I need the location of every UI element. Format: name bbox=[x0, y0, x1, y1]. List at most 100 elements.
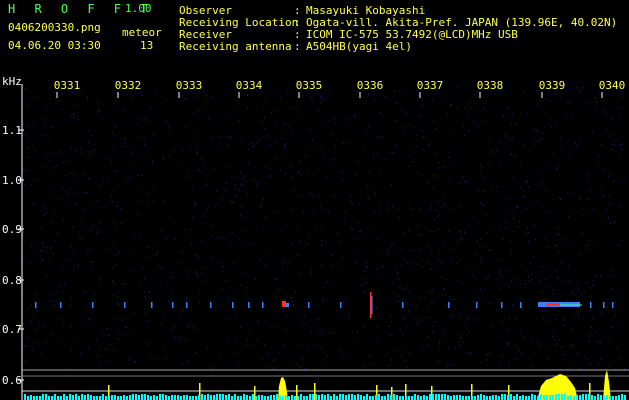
x-tick-label: 0335 bbox=[296, 79, 323, 92]
noise-pixel bbox=[102, 178, 104, 180]
noise-pixel bbox=[447, 151, 449, 153]
noise-pixel bbox=[229, 316, 231, 319]
noise-pixel bbox=[234, 290, 236, 293]
noise-pixel bbox=[476, 254, 478, 257]
noise-floor bbox=[420, 396, 422, 400]
noise-pixel bbox=[44, 124, 46, 127]
noise-pixel bbox=[560, 198, 561, 200]
noise-pixel bbox=[201, 239, 203, 242]
noise-pixel bbox=[586, 180, 588, 183]
noise-pixel bbox=[28, 124, 30, 126]
noise-pixel bbox=[471, 216, 473, 218]
noise-pixel bbox=[556, 167, 558, 169]
noise-pixel bbox=[528, 275, 529, 278]
noise-pixel bbox=[265, 215, 266, 218]
noise-floor bbox=[147, 395, 149, 400]
noise-pixel bbox=[170, 272, 171, 274]
noise-pixel bbox=[190, 323, 192, 326]
noise-pixel bbox=[225, 279, 227, 282]
noise-pixel bbox=[328, 120, 330, 123]
noise-pixel bbox=[409, 155, 411, 158]
noise-pixel bbox=[603, 211, 605, 213]
noise-pixel bbox=[283, 146, 285, 148]
noise-pixel bbox=[571, 328, 573, 331]
noise-floor bbox=[60, 396, 62, 400]
noise-pixel bbox=[506, 115, 508, 118]
noise-pixel bbox=[257, 182, 259, 184]
noise-pixel bbox=[375, 185, 377, 188]
noise-floor bbox=[24, 394, 26, 400]
noise-pixel bbox=[225, 189, 227, 192]
noise-pixel bbox=[582, 87, 584, 89]
noise-floor bbox=[102, 394, 104, 400]
noise-pixel bbox=[186, 269, 188, 272]
noise-pixel bbox=[25, 345, 27, 347]
noise-floor bbox=[423, 395, 425, 400]
noise-pixel bbox=[549, 100, 551, 103]
noise-pixel bbox=[239, 271, 241, 274]
noise-floor bbox=[177, 395, 179, 400]
noise-pixel bbox=[584, 356, 586, 359]
noise-pixel bbox=[416, 134, 418, 136]
noise-pixel bbox=[121, 319, 123, 321]
noise-pixel bbox=[273, 359, 275, 362]
noise-pixel bbox=[467, 318, 469, 320]
noise-pixel bbox=[427, 336, 429, 338]
noise-pixel bbox=[297, 254, 299, 256]
noise-floor bbox=[444, 394, 446, 400]
noise-pixel bbox=[61, 292, 63, 294]
noise-pixel bbox=[610, 325, 612, 328]
noise-floor bbox=[99, 396, 101, 400]
noise-pixel bbox=[34, 203, 35, 205]
noise-pixel bbox=[555, 244, 557, 247]
noise-floor bbox=[453, 395, 455, 400]
meteor-echo-strong bbox=[282, 301, 286, 307]
noise-pixel bbox=[218, 144, 220, 147]
noise-pixel bbox=[586, 247, 588, 249]
noise-pixel bbox=[67, 305, 69, 307]
noise-pixel bbox=[401, 287, 403, 290]
noise-pixel bbox=[74, 192, 76, 195]
noise-pixel bbox=[548, 162, 549, 165]
noise-pixel bbox=[192, 217, 193, 219]
noise-pixel bbox=[592, 280, 594, 282]
noise-floor bbox=[603, 396, 605, 400]
noise-pixel bbox=[406, 261, 408, 264]
noise-pixel bbox=[485, 245, 487, 248]
noise-pixel bbox=[220, 261, 222, 264]
noise-pixel bbox=[342, 257, 344, 259]
noise-pixel bbox=[187, 172, 189, 174]
noise-pixel bbox=[190, 146, 192, 149]
noise-pixel bbox=[242, 183, 243, 186]
noise-floor bbox=[384, 396, 386, 400]
noise-pixel bbox=[436, 228, 438, 231]
noise-pixel bbox=[204, 163, 205, 166]
meteor-head-echo bbox=[370, 292, 372, 318]
x-tick-label: 0337 bbox=[417, 79, 444, 92]
noise-floor bbox=[582, 394, 584, 400]
noise-pixel bbox=[433, 218, 435, 221]
noise-floor bbox=[330, 396, 332, 400]
noise-pixel bbox=[300, 322, 302, 324]
meteor-echo bbox=[92, 302, 94, 308]
noise-pixel bbox=[208, 206, 210, 208]
noise-pixel bbox=[444, 203, 445, 206]
noise-pixel bbox=[100, 281, 102, 283]
noise-pixel bbox=[207, 208, 209, 211]
noise-pixel bbox=[321, 146, 322, 148]
noise-pixel bbox=[152, 162, 154, 165]
noise-pixel bbox=[385, 158, 387, 160]
noise-pixel bbox=[247, 287, 249, 289]
noise-pixel bbox=[535, 130, 537, 132]
noise-pixel bbox=[400, 356, 402, 358]
noise-pixel bbox=[98, 185, 100, 187]
noise-pixel bbox=[580, 140, 581, 142]
noise-pixel bbox=[305, 324, 307, 326]
noise-pixel bbox=[586, 282, 588, 284]
noise-floor bbox=[225, 395, 227, 400]
noise-pixel bbox=[453, 364, 455, 366]
noise-floor bbox=[231, 396, 233, 400]
noise-pixel bbox=[390, 321, 392, 323]
noise-pixel bbox=[578, 288, 579, 291]
noise-pixel bbox=[81, 238, 83, 240]
